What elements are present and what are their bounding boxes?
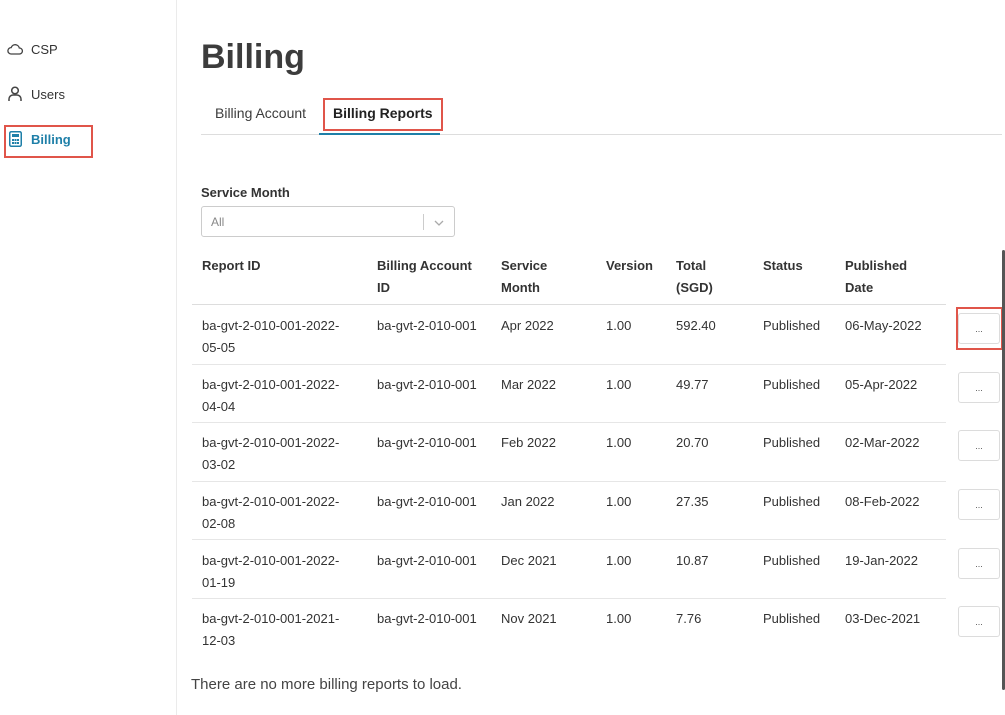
total-cell: 10.87 xyxy=(676,553,709,568)
cloud-icon xyxy=(6,40,24,58)
total-cell: 592.40 xyxy=(676,318,716,333)
version-cell: 1.00 xyxy=(606,494,632,509)
table-row: ba-gvt-2-010-001-2021-12-03 ba-gvt-2-010… xyxy=(192,600,946,658)
row-actions-button[interactable]: ... xyxy=(958,548,1000,579)
service-month-cell: Mar 2022 xyxy=(501,377,556,392)
report-id-cell: ba-gvt-2-010-001-2021-12-03 xyxy=(202,611,340,648)
row-actions-button[interactable]: ... xyxy=(958,489,1000,520)
table-row: ba-gvt-2-010-001-2022-03-02 ba-gvt-2-010… xyxy=(192,424,946,482)
published-date-cell: 19-Jan-2022 xyxy=(845,553,918,568)
status-cell: Published xyxy=(763,435,821,450)
service-month-cell: Nov 2021 xyxy=(501,611,557,626)
report-id-cell: ba-gvt-2-010-001-2022-04-04 xyxy=(202,377,340,414)
version-cell: 1.00 xyxy=(606,318,632,333)
sidebar-item-label: Users xyxy=(31,86,65,102)
row-actions-button[interactable]: ... xyxy=(958,313,1000,344)
published-date-cell: 06-May-2022 xyxy=(845,318,922,333)
column-header-total: Total (SGD) xyxy=(676,258,713,295)
tab-billing-account[interactable]: Billing Account xyxy=(215,105,306,121)
tab-billing-reports[interactable]: Billing Reports xyxy=(333,105,433,121)
select-value: All xyxy=(211,215,225,229)
page-title: Billing xyxy=(201,38,305,76)
table-header-divider xyxy=(192,304,946,305)
row-actions-button[interactable]: ... xyxy=(958,606,1000,637)
billing-account-id-cell: ba-gvt-2-010-001 xyxy=(377,611,477,626)
row-divider xyxy=(192,422,946,423)
published-date-cell: 03-Dec-2021 xyxy=(845,611,921,626)
column-header-version: Version xyxy=(606,258,653,273)
billing-account-id-cell: ba-gvt-2-010-001 xyxy=(377,553,477,568)
status-cell: Published xyxy=(763,611,821,626)
column-header-published-date: Published Date xyxy=(845,258,908,295)
version-cell: 1.00 xyxy=(606,611,632,626)
column-header-billing-account-id: Billing Account ID xyxy=(377,258,472,295)
row-divider xyxy=(192,598,946,599)
row-divider xyxy=(192,481,946,482)
report-id-cell: ba-gvt-2-010-001-2022-02-08 xyxy=(202,494,340,531)
calculator-icon xyxy=(6,130,24,148)
column-header-status: Status xyxy=(763,258,803,273)
service-month-cell: Dec 2021 xyxy=(501,553,557,568)
column-header-report-id: Report ID xyxy=(202,258,261,273)
row-divider xyxy=(192,364,946,365)
published-date-cell: 08-Feb-2022 xyxy=(845,494,920,509)
report-id-cell: ba-gvt-2-010-001-2022-01-19 xyxy=(202,553,340,590)
billing-account-id-cell: ba-gvt-2-010-001 xyxy=(377,435,477,450)
status-cell: Published xyxy=(763,553,821,568)
end-of-list-message: There are no more billing reports to loa… xyxy=(191,676,462,693)
status-cell: Published xyxy=(763,377,821,392)
report-id-cell: ba-gvt-2-010-001-2022-03-02 xyxy=(202,435,340,472)
sidebar-item-csp[interactable]: CSP xyxy=(6,40,58,58)
total-cell: 27.35 xyxy=(676,494,709,509)
user-icon xyxy=(6,85,24,103)
row-divider xyxy=(192,539,946,540)
version-cell: 1.00 xyxy=(606,435,632,450)
sidebar-item-users[interactable]: Users xyxy=(6,85,65,103)
service-month-cell: Jan 2022 xyxy=(501,494,555,509)
table-row: ba-gvt-2-010-001-2022-01-19 ba-gvt-2-010… xyxy=(192,542,946,600)
table-row: ba-gvt-2-010-001-2022-04-04 ba-gvt-2-010… xyxy=(192,366,946,424)
active-tab-indicator xyxy=(319,133,440,135)
table-row: ba-gvt-2-010-001-2022-05-05 ba-gvt-2-010… xyxy=(192,307,946,365)
sidebar-item-label: CSP xyxy=(31,41,58,57)
published-date-cell: 05-Apr-2022 xyxy=(845,377,918,392)
row-actions-button[interactable]: ... xyxy=(958,372,1000,403)
version-cell: 1.00 xyxy=(606,377,632,392)
billing-account-id-cell: ba-gvt-2-010-001 xyxy=(377,494,477,509)
billing-account-id-cell: ba-gvt-2-010-001 xyxy=(377,377,477,392)
total-cell: 7.76 xyxy=(676,611,702,626)
service-month-label: Service Month xyxy=(201,185,290,200)
column-header-service-month: Service Month xyxy=(501,258,548,295)
sidebar-item-billing[interactable]: Billing xyxy=(6,130,71,148)
sidebar-item-label: Billing xyxy=(31,131,71,147)
status-cell: Published xyxy=(763,318,821,333)
sidebar: CSP Users Billing xyxy=(0,0,177,715)
service-month-select[interactable]: All xyxy=(201,206,455,237)
version-cell: 1.00 xyxy=(606,553,632,568)
service-month-cell: Feb 2022 xyxy=(501,435,556,450)
row-actions-button[interactable]: ... xyxy=(958,430,1000,461)
chevron-down-icon[interactable] xyxy=(433,216,445,234)
report-id-cell: ba-gvt-2-010-001-2022-05-05 xyxy=(202,318,340,355)
select-separator xyxy=(423,214,424,230)
published-date-cell: 02-Mar-2022 xyxy=(845,435,920,450)
table-row: ba-gvt-2-010-001-2022-02-08 ba-gvt-2-010… xyxy=(192,483,946,541)
status-cell: Published xyxy=(763,494,821,509)
billing-account-id-cell: ba-gvt-2-010-001 xyxy=(377,318,477,333)
total-cell: 20.70 xyxy=(676,435,709,450)
total-cell: 49.77 xyxy=(676,377,709,392)
service-month-cell: Apr 2022 xyxy=(501,318,554,333)
